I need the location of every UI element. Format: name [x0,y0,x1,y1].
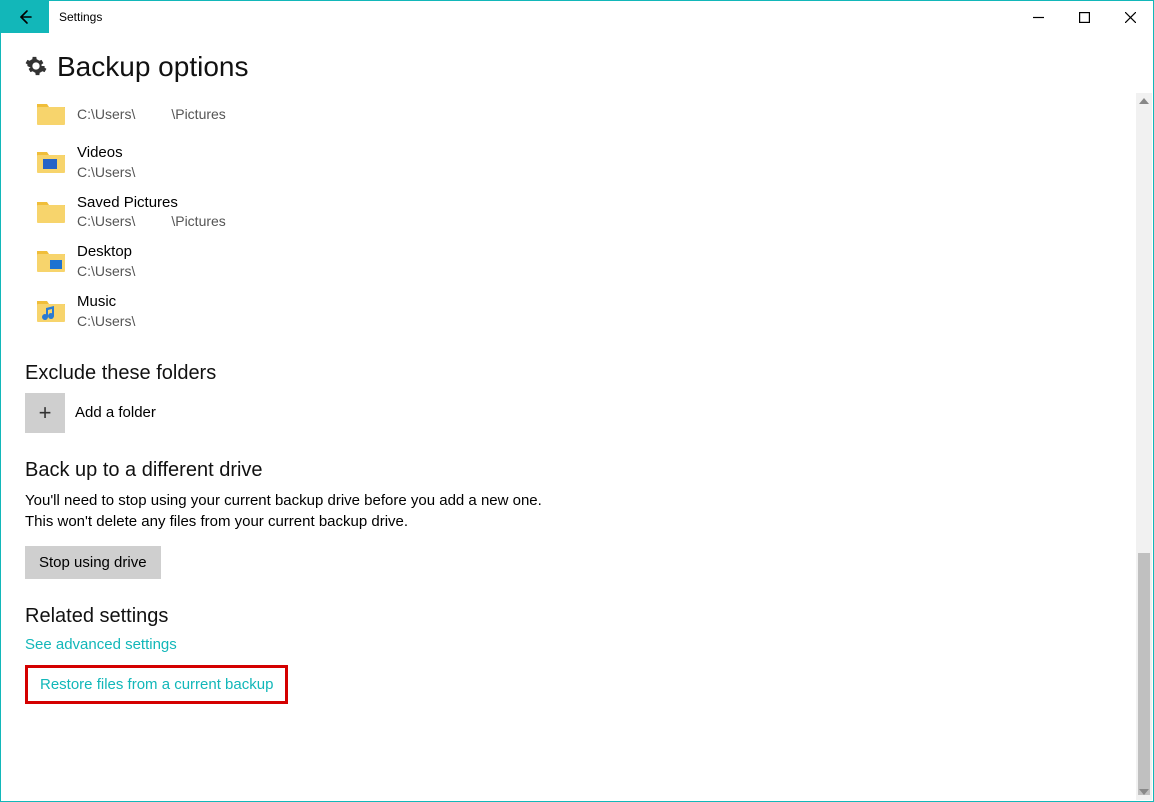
different-drive-body: You'll need to stop using your current b… [25,490,565,532]
plus-icon: + [39,400,52,426]
add-folder-button[interactable]: + [25,393,65,433]
folder-item[interactable]: Saved PicturesC:\Users\ \Pictures [25,187,1129,237]
add-folder-label: Add a folder [75,404,156,421]
restore-highlight: Restore files from a current backup [25,665,288,704]
folder-path-suffix: \Pictures [171,213,225,229]
scroll-up-button[interactable] [1136,93,1152,109]
folder-path-prefix: C:\Users\ [77,213,135,229]
content-area: C:\Users\\PicturesVideosC:\Users\Saved P… [1,91,1153,704]
folder-path: C:\Users\ \Pictures [77,105,226,123]
folder-path: C:\Users\ [77,312,171,330]
folder-pictures-icon [35,100,67,128]
add-folder-row: + Add a folder [25,393,1129,433]
close-button[interactable] [1107,1,1153,33]
chevron-up-icon [1139,98,1149,104]
folder-text: DesktopC:\Users\ [77,242,171,280]
folder-item[interactable]: C:\Users\ \Pictures [25,91,1129,137]
page-header: Backup options [1,33,1153,91]
folder-text: C:\Users\ \Pictures [77,105,226,123]
restore-files-link[interactable]: Restore files from a current backup [40,676,273,693]
close-icon [1125,12,1136,23]
folder-music-icon [35,297,67,325]
folder-path: C:\Users\ \Pictures [77,212,226,230]
titlebar: Settings [1,1,1153,33]
folder-text: VideosC:\Users\ [77,143,171,181]
folder-path-prefix: C:\Users\ [77,313,135,329]
folder-item[interactable]: DesktopC:\Users\ [25,236,1129,286]
related-heading: Related settings [25,605,1129,628]
gear-icon [25,55,47,80]
minimize-button[interactable] [1015,1,1061,33]
folder-path: C:\Users\ [77,163,171,181]
folder-name: Saved Pictures [77,193,226,213]
scrollbar-thumb[interactable] [1138,553,1150,795]
maximize-button[interactable] [1061,1,1107,33]
back-button[interactable] [1,1,49,33]
folder-item[interactable]: MusicC:\Users\ [25,286,1129,336]
maximize-icon [1079,12,1090,23]
exclude-heading: Exclude these folders [25,362,1129,385]
page-title: Backup options [57,51,248,83]
folder-name: Videos [77,143,171,163]
folder-videos-icon [35,148,67,176]
vertical-scrollbar[interactable] [1136,93,1152,800]
folder-path: C:\Users\ [77,262,171,280]
folder-path-suffix: \Pictures [171,106,225,122]
different-drive-heading: Back up to a different drive [25,459,1129,482]
folder-path-prefix: C:\Users\ [77,263,135,279]
window-controls [1015,1,1153,33]
folder-text: MusicC:\Users\ [77,292,171,330]
folder-name: Music [77,292,171,312]
arrow-left-icon [17,9,33,25]
folder-text: Saved PicturesC:\Users\ \Pictures [77,193,226,231]
window-title: Settings [49,1,1015,33]
minimize-icon [1033,12,1044,23]
scroll-down-button[interactable] [1136,784,1152,800]
folder-pictures-icon [35,198,67,226]
folder-path-prefix: C:\Users\ [77,106,135,122]
advanced-settings-link[interactable]: See advanced settings [25,636,177,653]
folder-item[interactable]: VideosC:\Users\ [25,137,1129,187]
folder-path-prefix: C:\Users\ [77,164,135,180]
folder-name: Desktop [77,242,171,262]
folder-desktop-icon [35,247,67,275]
chevron-down-icon [1139,789,1149,795]
stop-using-drive-button[interactable]: Stop using drive [25,546,161,579]
